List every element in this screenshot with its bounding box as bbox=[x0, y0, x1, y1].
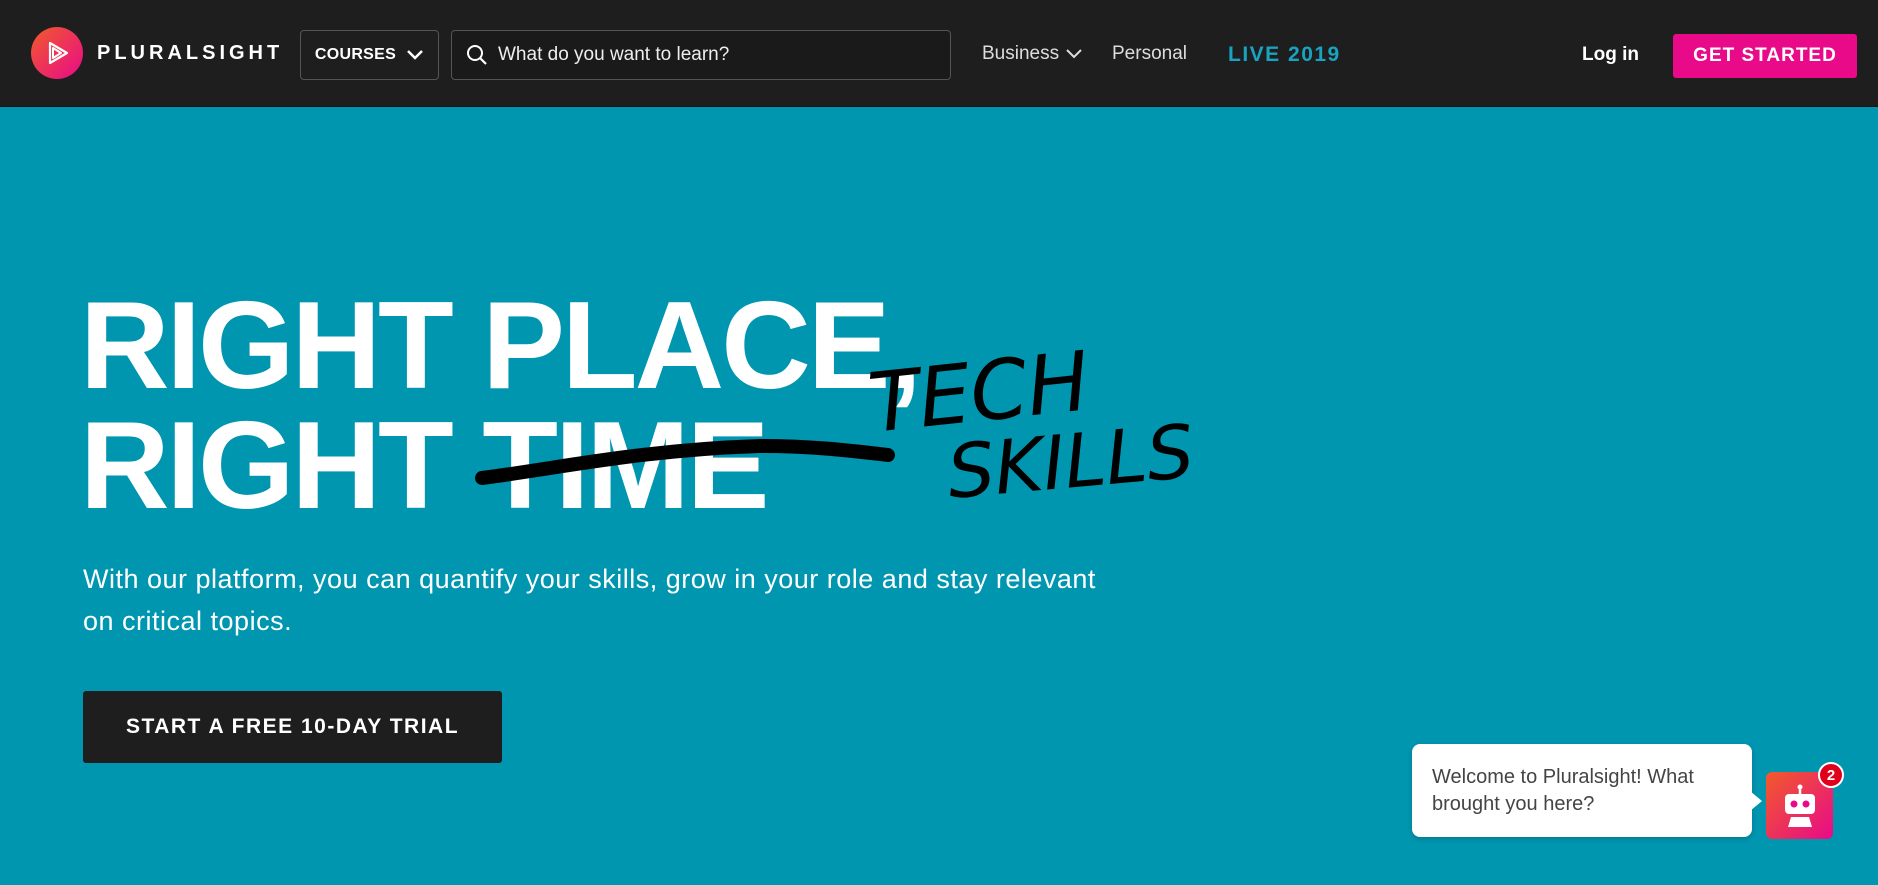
search-input[interactable] bbox=[498, 44, 918, 66]
get-started-button[interactable]: GET STARTED bbox=[1673, 34, 1857, 78]
nav-personal[interactable]: Personal bbox=[1112, 43, 1187, 65]
login-link[interactable]: Log in bbox=[1582, 44, 1639, 66]
hero-headline-struck-word: TIME bbox=[482, 397, 769, 535]
courses-label: COURSES bbox=[314, 46, 397, 63]
chat-welcome-bubble[interactable]: Welcome to Pluralsight! What brought you… bbox=[1412, 744, 1762, 837]
chat-notification-badge: 2 bbox=[1818, 762, 1844, 788]
search-box[interactable] bbox=[451, 30, 951, 80]
nav-business[interactable]: Business bbox=[982, 43, 1083, 65]
brand-name: PLURALSIGHT bbox=[97, 41, 284, 64]
chevron-down-icon bbox=[407, 50, 423, 60]
nav-live-2019[interactable]: LIVE 2019 bbox=[1228, 43, 1341, 67]
chat-message: Welcome to Pluralsight! What brought you… bbox=[1432, 766, 1694, 815]
hero-subtitle: With our platform, you can quantify your… bbox=[83, 564, 1096, 636]
pluralsight-logo-icon bbox=[31, 27, 83, 79]
top-navigation-bar: PLURALSIGHT COURSES Business Personal LI… bbox=[0, 0, 1878, 107]
pluralsight-logo[interactable]: PLURALSIGHT bbox=[31, 27, 283, 79]
hero-headline-line-1: RIGHT PLACE, bbox=[80, 277, 922, 415]
start-free-trial-button[interactable]: START A FREE 10-DAY TRIAL bbox=[83, 691, 502, 763]
handwritten-skills: SKILLS bbox=[944, 409, 1197, 516]
nav-business-label: Business bbox=[982, 43, 1060, 64]
nav-personal-label: Personal bbox=[1112, 43, 1187, 64]
hero-headline-line-2: RIGHT TIME bbox=[80, 404, 769, 528]
chevron-down-icon bbox=[1066, 49, 1082, 59]
courses-dropdown-button[interactable]: COURSES bbox=[300, 30, 439, 80]
hero-headline-prefix: RIGHT bbox=[80, 397, 483, 535]
robot-icon bbox=[1784, 784, 1815, 827]
search-icon bbox=[467, 45, 487, 65]
